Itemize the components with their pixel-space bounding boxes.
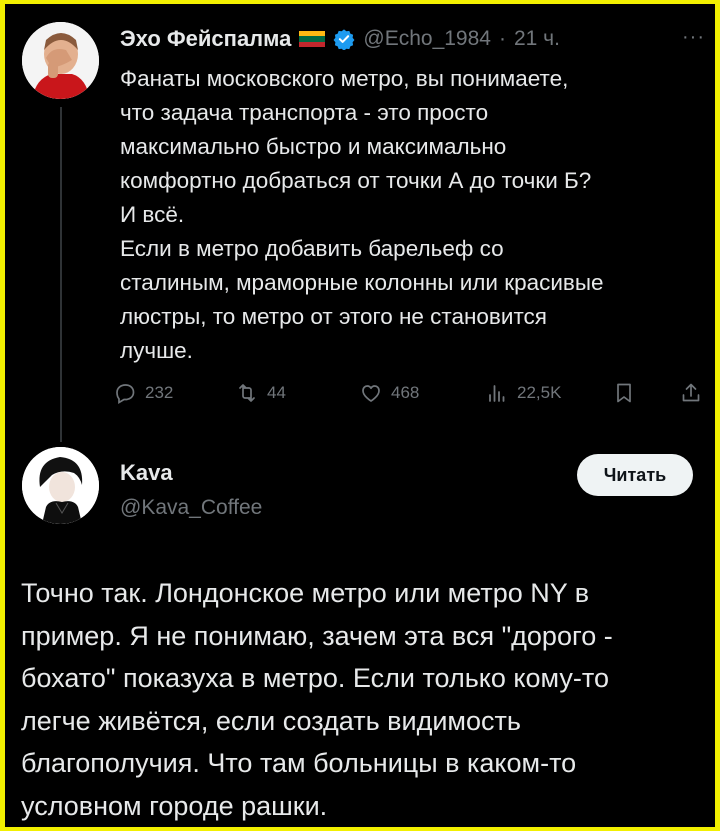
kava-avatar-image bbox=[22, 447, 99, 524]
heart-icon bbox=[362, 385, 380, 402]
share-button[interactable] bbox=[679, 376, 703, 410]
more-options-icon[interactable]: ··· bbox=[682, 26, 705, 49]
screenshot-frame: Эхо Фейспалма @Echo_1984 · 21 ч. ··· Фан… bbox=[5, 4, 715, 827]
bookmark-button[interactable] bbox=[612, 376, 636, 410]
author-handle[interactable]: @Echo_1984 bbox=[363, 27, 491, 51]
views-count: 22,5K bbox=[517, 383, 562, 402]
follow-button[interactable]: Читать bbox=[577, 454, 693, 496]
retweet-count: 44 bbox=[267, 383, 286, 402]
tweet-actions-bar: 232 44 468 22,5K bbox=[113, 376, 708, 410]
share-icon bbox=[682, 383, 700, 402]
facepalm-avatar-image bbox=[22, 22, 99, 99]
reply-button[interactable]: 232 bbox=[113, 376, 173, 410]
like-button[interactable]: 468 bbox=[359, 376, 419, 410]
author-avatar[interactable] bbox=[22, 22, 99, 99]
tweet-timestamp[interactable]: 21 ч. bbox=[514, 27, 560, 51]
reply-count: 232 bbox=[145, 383, 174, 402]
reply-author-display-name[interactable]: Kava bbox=[120, 460, 173, 485]
views-button[interactable]: 22,5K bbox=[485, 376, 561, 410]
reply-author-avatar[interactable] bbox=[22, 447, 99, 524]
views-bar-chart-icon bbox=[489, 385, 505, 402]
author-display-name[interactable]: Эхо Фейспалма bbox=[120, 26, 291, 52]
like-count: 468 bbox=[391, 383, 420, 402]
thread-connector-line bbox=[60, 107, 62, 442]
reply-header: Kava bbox=[120, 460, 173, 486]
tweet-header: Эхо Фейспалма @Echo_1984 · 21 ч. bbox=[120, 22, 705, 56]
reply-author-handle[interactable]: @Kava_Coffee bbox=[120, 496, 262, 520]
retweet-button[interactable]: 44 bbox=[235, 376, 286, 410]
verified-badge-icon bbox=[333, 28, 355, 50]
reply-icon bbox=[116, 384, 135, 405]
separator-dot: · bbox=[498, 27, 506, 50]
reply-text: Точно так. Лондонское метро или метро NY… bbox=[21, 578, 613, 821]
tweet-text: Фанаты московского метро, вы понимаете, … bbox=[120, 66, 604, 363]
retweet-icon bbox=[239, 384, 255, 402]
lithuania-flag-icon bbox=[299, 30, 326, 48]
bookmark-icon bbox=[617, 383, 631, 403]
